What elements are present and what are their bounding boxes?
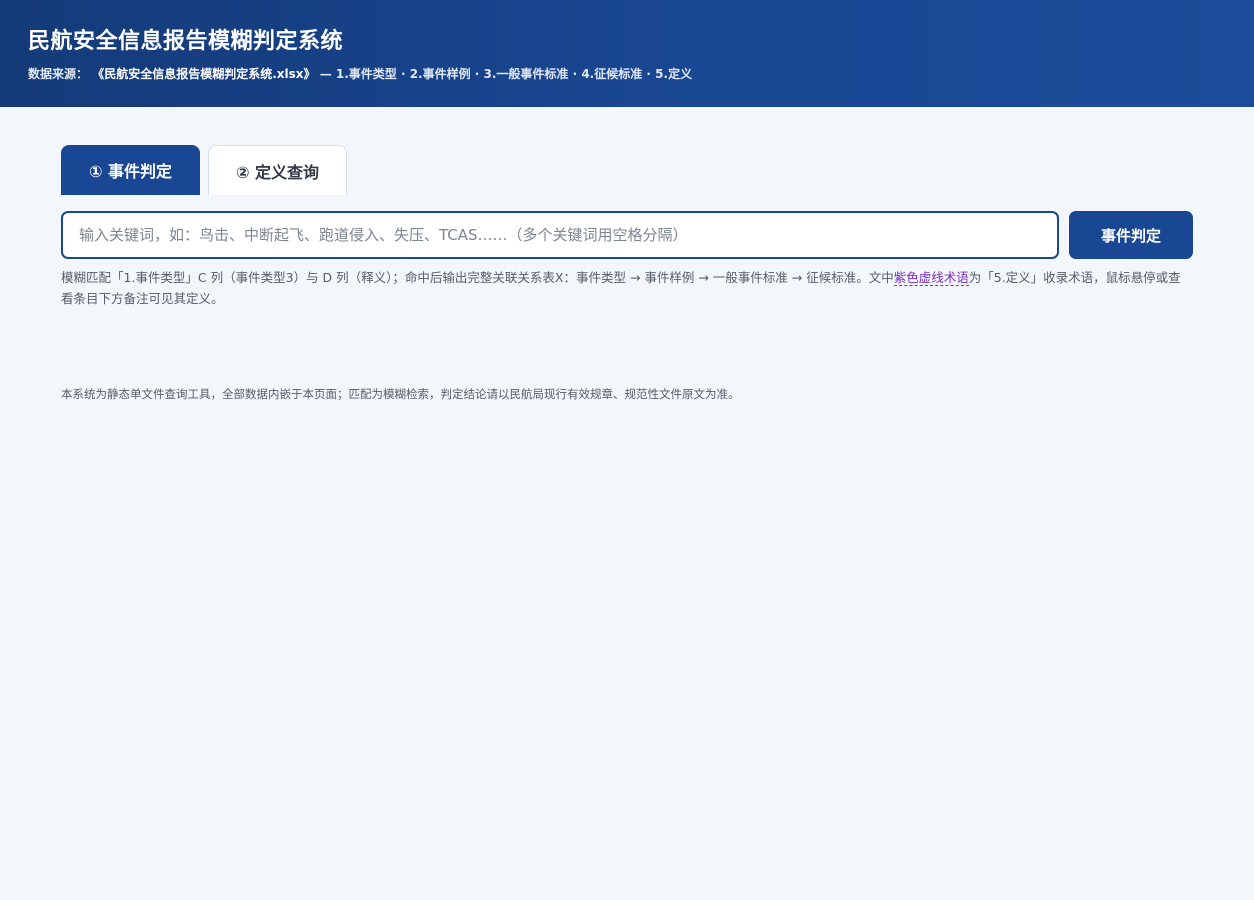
matching-hint: 模糊匹配「1.事件类型」C 列（事件类型3）与 D 列（释义）；命中后输出完整关… <box>61 267 1193 309</box>
source-sheet-list: — 1.事件类型 · 2.事件样例 · 3.一般事件标准 · 4.征候标准 · … <box>319 67 693 81</box>
disclaimer-note: 本系统为静态单文件查询工具，全部数据内嵌于本页面；匹配为模糊检索，判定结论请以民… <box>61 387 740 401</box>
event-judge-button[interactable]: 事件判定 <box>1069 211 1193 259</box>
tab-bar: ① 事件判定 ② 定义查询 <box>61 145 1193 195</box>
source-label: 数据来源： <box>28 67 89 81</box>
app-title: 民航安全信息报告模糊判定系统 <box>28 29 344 54</box>
app-header: 民航安全信息报告模糊判定系统 数据来源： 《民航安全信息报告模糊判定系统.xls… <box>0 0 1254 107</box>
keyword-search-input[interactable] <box>61 211 1059 259</box>
search-row: 事件判定 <box>61 211 1193 259</box>
hint-text-before: 模糊匹配「1.事件类型」C 列（事件类型3）与 D 列（释义）；命中后输出完整关… <box>61 270 894 285</box>
source-file-name: 《民航安全信息报告模糊判定系统.xlsx》 <box>92 67 316 81</box>
tab-event-judgment[interactable]: ① 事件判定 <box>61 145 200 195</box>
data-source-line: 数据来源： 《民航安全信息报告模糊判定系统.xlsx》 — 1.事件类型 · 2… <box>28 66 1226 82</box>
defined-term-example[interactable]: 紫色虚线术语 <box>893 270 969 286</box>
tab-definition-lookup[interactable]: ② 定义查询 <box>208 145 347 195</box>
main-panel: ① 事件判定 ② 定义查询 事件判定 模糊匹配「1.事件类型」C 列（事件类型3… <box>61 145 1193 322</box>
